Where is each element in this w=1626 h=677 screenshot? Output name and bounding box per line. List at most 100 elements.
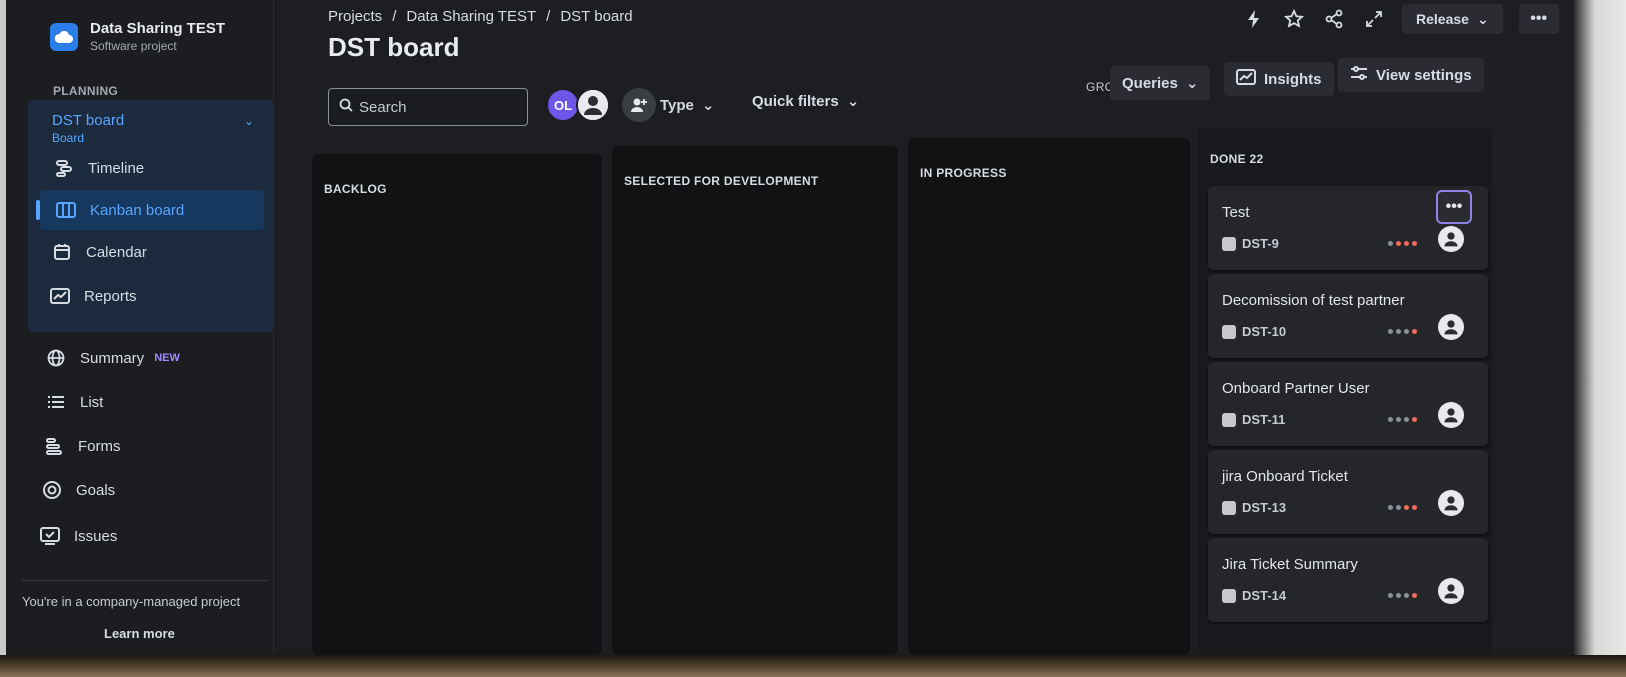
page-title: DST board xyxy=(328,32,460,62)
sidebar-item-list[interactable]: List xyxy=(46,392,103,412)
priority-icon xyxy=(1388,417,1417,422)
automation-icon[interactable] xyxy=(1242,7,1266,31)
card-key-row: DST-9 xyxy=(1222,236,1279,251)
list-icon xyxy=(46,392,66,412)
breadcrumb-project[interactable]: Data Sharing TEST xyxy=(406,8,536,25)
card-title: Decomission of test partner xyxy=(1222,292,1405,309)
card-more-button[interactable]: ••• xyxy=(1436,190,1472,224)
sidebar-item-label: Calendar xyxy=(86,243,147,261)
sidebar-divider xyxy=(22,580,267,581)
expand-icon[interactable] xyxy=(1362,7,1386,31)
sidebar-item-timeline[interactable]: Timeline xyxy=(54,158,144,178)
sidebar-item-label: Forms xyxy=(78,437,121,455)
story-icon xyxy=(1222,412,1236,427)
card-key[interactable]: DST-10 xyxy=(1242,324,1286,339)
release-button[interactable]: Release ⌄ xyxy=(1402,4,1503,34)
issue-card[interactable]: Jira Ticket Summary DST-14 xyxy=(1208,538,1488,622)
column-title: BACKLOG xyxy=(324,182,387,196)
card-key[interactable]: DST-14 xyxy=(1242,588,1286,603)
insights-icon xyxy=(1236,69,1256,89)
sidebar-item-label: Summary xyxy=(80,349,145,367)
screen-bezel-bottom xyxy=(0,655,1626,677)
card-key-row: DST-14 xyxy=(1222,588,1286,603)
add-people-button[interactable] xyxy=(622,88,656,122)
breadcrumb-separator: / xyxy=(392,8,397,25)
board-selector[interactable]: DST board Board ⌄ xyxy=(52,112,254,145)
cloud-icon xyxy=(50,22,78,51)
project-name: Data Sharing TEST xyxy=(90,20,226,37)
reports-icon xyxy=(50,286,70,306)
view-settings-button[interactable]: View settings xyxy=(1338,58,1484,92)
sidebar-item-calendar[interactable]: Calendar xyxy=(52,242,147,262)
sidebar-item-label: List xyxy=(80,393,104,411)
sidebar-item-kanban-board[interactable]: Kanban board xyxy=(36,190,264,230)
story-icon xyxy=(1222,324,1236,339)
quick-filters-label: Quick filters xyxy=(752,92,839,110)
forms-icon xyxy=(44,436,64,456)
card-key-row: DST-13 xyxy=(1222,500,1286,515)
story-icon xyxy=(1222,588,1236,603)
share-icon[interactable] xyxy=(1322,7,1346,31)
column-title: DONE 22 xyxy=(1210,152,1264,166)
sidebar-item-label: Timeline xyxy=(88,159,145,177)
timeline-icon xyxy=(54,158,74,178)
group-by-select[interactable]: Queries ⌄ xyxy=(1110,66,1211,100)
assignee-avatar[interactable] xyxy=(1438,226,1464,252)
breadcrumb-separator: / xyxy=(546,8,551,25)
board-selector-subtitle: Board xyxy=(52,131,85,145)
card-key-row: DST-11 xyxy=(1222,412,1285,427)
card-key[interactable]: DST-13 xyxy=(1242,500,1286,515)
type-filter-button[interactable]: Type ⌄ xyxy=(660,90,714,120)
calendar-icon xyxy=(52,242,72,262)
quick-filters-button[interactable]: Quick filters ⌄ xyxy=(752,86,859,116)
project-header[interactable]: Data Sharing TEST Software project xyxy=(50,20,225,53)
story-icon xyxy=(1222,236,1236,251)
star-icon[interactable] xyxy=(1282,7,1306,31)
chevron-down-icon: ⌄ xyxy=(846,93,860,110)
learn-more-link[interactable]: Learn more xyxy=(104,626,175,641)
group-by-value: Queries xyxy=(1122,74,1178,92)
assignee-avatar[interactable] xyxy=(1438,314,1464,340)
assignee-avatar[interactable] xyxy=(1438,490,1464,516)
breadcrumb-board[interactable]: DST board xyxy=(560,8,632,25)
card-key[interactable]: DST-11 xyxy=(1242,412,1285,427)
priority-icon xyxy=(1388,241,1417,246)
sidebar-item-summary[interactable]: Summary NEW xyxy=(46,348,180,368)
assignee-avatar[interactable] xyxy=(1438,578,1464,604)
avatar-ol[interactable]: OL xyxy=(546,88,580,122)
sidebar-item-reports[interactable]: Reports xyxy=(50,286,137,306)
assignee-avatar[interactable] xyxy=(1438,402,1464,428)
issue-card[interactable]: jira Onboard Ticket DST-13 xyxy=(1208,450,1488,534)
avatar-group: OL xyxy=(546,88,656,122)
column-backlog: BACKLOG xyxy=(312,154,602,655)
breadcrumb-projects[interactable]: Projects xyxy=(328,8,382,25)
card-title: Jira Ticket Summary xyxy=(1222,556,1358,573)
globe-icon xyxy=(46,348,66,368)
issue-card[interactable]: Onboard Partner User DST-11 xyxy=(1208,362,1488,446)
column-selected-for-development: SELECTED FOR DEVELOPMENT xyxy=(612,146,898,655)
avatar-user[interactable] xyxy=(576,88,610,122)
insights-button[interactable]: Insights xyxy=(1224,62,1334,96)
sidebar-item-goals[interactable]: Goals xyxy=(42,480,115,500)
priority-icon xyxy=(1388,593,1417,598)
column-title: IN PROGRESS xyxy=(920,166,1007,180)
card-title: jira Onboard Ticket xyxy=(1222,468,1348,485)
main-content: Projects / Data Sharing TEST / DST board… xyxy=(274,0,1574,655)
more-actions-button[interactable]: ••• xyxy=(1518,4,1559,34)
active-indicator xyxy=(36,200,40,220)
issues-icon xyxy=(40,526,60,546)
column-title: SELECTED FOR DEVELOPMENT xyxy=(624,174,819,188)
sidebar-item-forms[interactable]: Forms xyxy=(44,436,121,456)
card-key[interactable]: DST-9 xyxy=(1242,236,1279,251)
project-type: Software project xyxy=(90,39,177,53)
card-title: Test xyxy=(1222,204,1250,221)
column-done: DONE 22 Test DST-9 ••• Decomission of te… xyxy=(1198,128,1492,655)
chevron-down-icon: ⌄ xyxy=(1476,10,1489,27)
search-input[interactable] xyxy=(359,98,519,116)
search-box xyxy=(328,88,528,126)
issue-card[interactable]: Test DST-9 ••• xyxy=(1208,186,1488,270)
issue-card[interactable]: Decomission of test partner DST-10 xyxy=(1208,274,1488,358)
type-filter-label: Type xyxy=(660,96,694,114)
breadcrumb: Projects / Data Sharing TEST / DST board xyxy=(328,8,633,25)
sidebar-item-issues[interactable]: Issues xyxy=(40,526,117,546)
